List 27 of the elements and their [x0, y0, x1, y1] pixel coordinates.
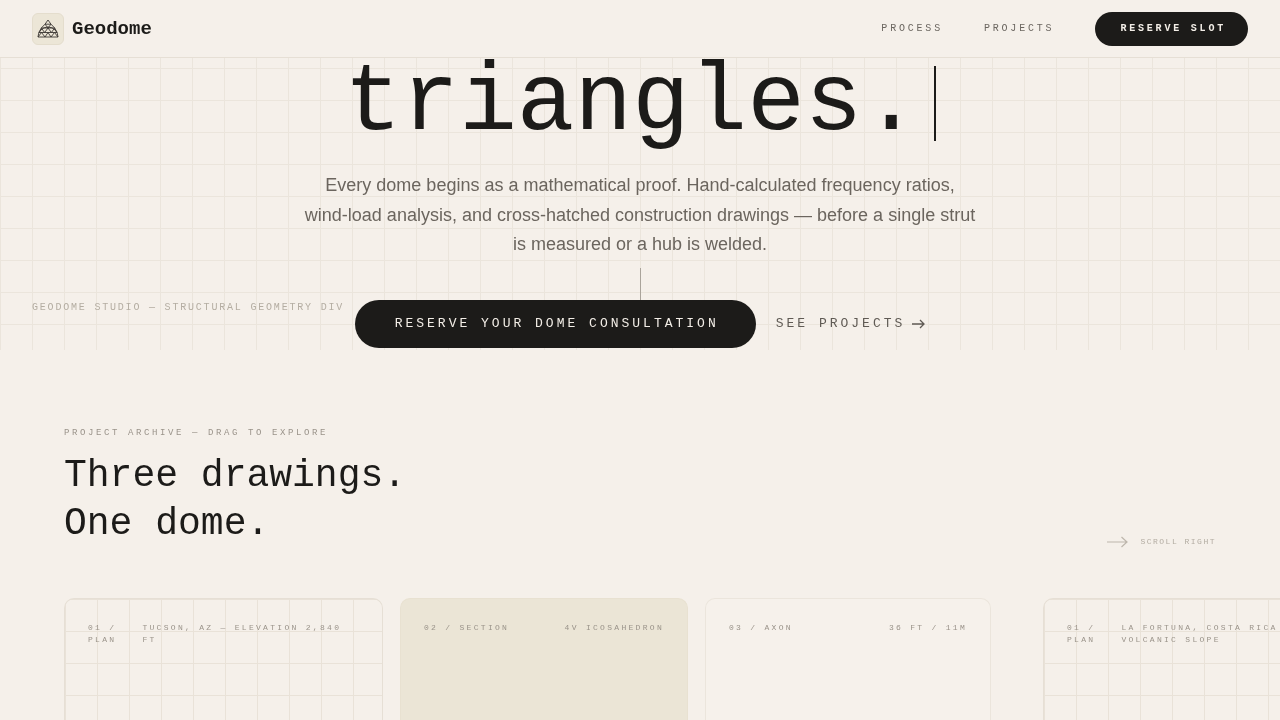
drawing-card[interactable]: 01 / PLAN LA FORTUNA, COSTA RICA VOLCANIC SLOPE: [1043, 598, 1280, 720]
brand-name: Geodome: [72, 16, 152, 41]
drawing-card[interactable]: 03 / AXON 36 FT / 11M: [705, 598, 991, 720]
drawing-card[interactable]: 01 / PLAN TUCSON, AZ — ELEVATION 2,840 FT: [64, 598, 383, 720]
section-heading: Three drawings. One dome.: [64, 453, 408, 547]
text-cursor-icon: [934, 66, 937, 141]
scroll-hint: SCROLL RIGHT: [1140, 536, 1216, 548]
nav-link[interactable]: PROJECTS: [983, 21, 1055, 36]
nav-link[interactable]: PROCESS: [881, 21, 943, 36]
reserve-slot-button[interactable]: RESERVE SLOT: [1095, 11, 1248, 46]
hero-lead: Every dome begins as a mathematical proof. Hand-calculated frequency ratios, wind-load analysis, and cross-hatched construction drawings — before a single strut is measured or a hub is welded.: [303, 174, 977, 256]
card-label: 01 / PLAN: [88, 622, 117, 646]
card-meta: 36 FT / 11M: [888, 622, 967, 634]
section-eyebrow: PROJECT ARCHIVE — DRAG TO EXPLORE: [64, 427, 330, 439]
card-label: 01 / PLAN: [1067, 622, 1096, 646]
side-caption: GEODOME STUDIO — STRUCTURAL GEOMETRY DIV: [32, 301, 345, 314]
hero-title: triangles.: [343, 58, 921, 150]
card-label: 03 / AXON: [729, 622, 793, 634]
card-meta: TUCSON, AZ — ELEVATION 2,840 FT: [142, 622, 343, 646]
card-meta: LA FORTUNA, COSTA RICA VOLCANIC SLOPE: [1121, 622, 1279, 646]
see-projects-link[interactable]: SEE PROJECTS: [775, 314, 926, 333]
card-label: 02 / SECTION: [424, 622, 510, 634]
dome-logo-icon: [32, 12, 64, 45]
arrow-right-icon: [912, 318, 926, 329]
consultation-button[interactable]: RESERVE YOUR DOME CONSULTATION: [354, 299, 756, 348]
arrow-right-icon: [1107, 536, 1129, 548]
card-meta: 4V ICOSAHEDRON: [564, 622, 664, 634]
